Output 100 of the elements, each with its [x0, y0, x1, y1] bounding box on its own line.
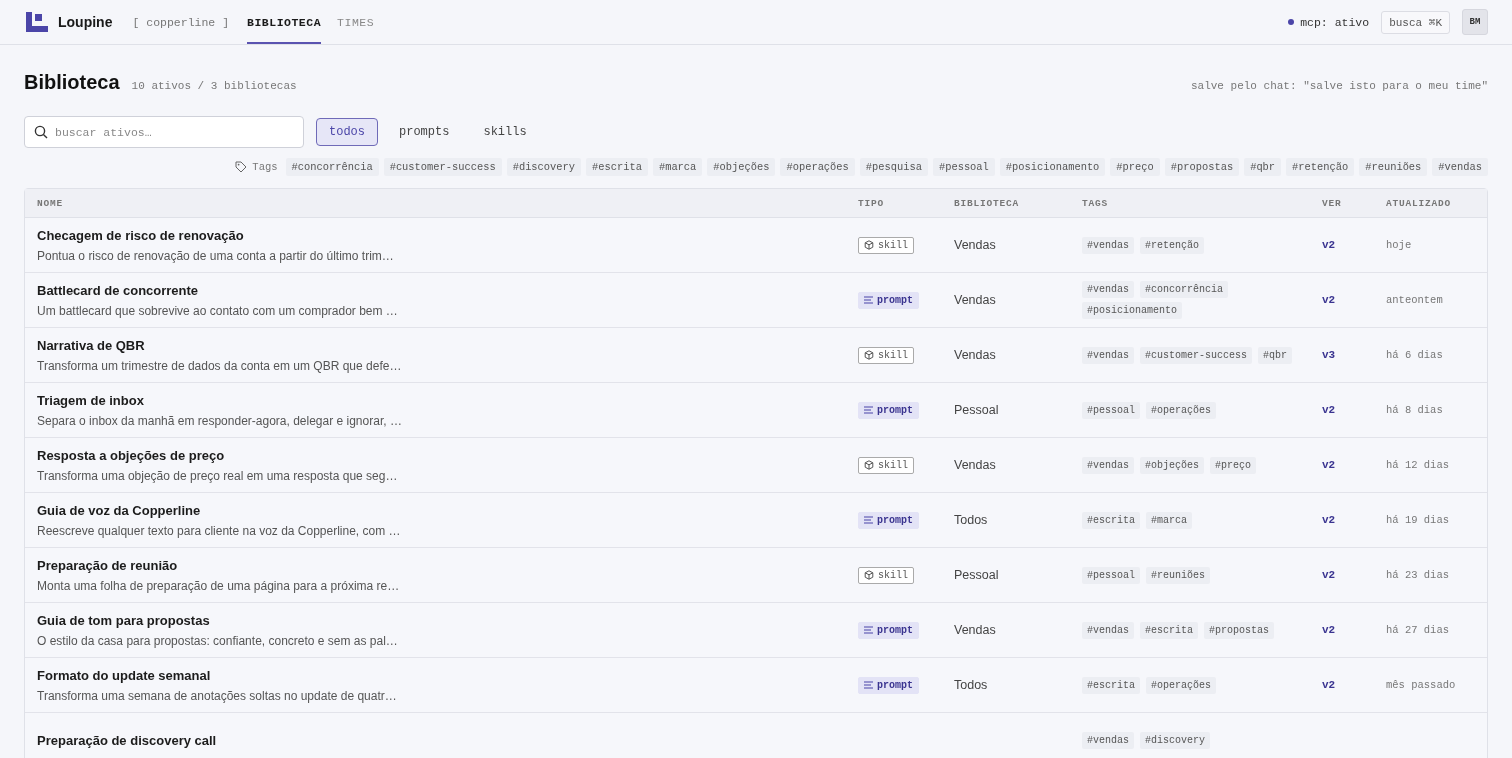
nav-tab[interactable]: BIBLIOTECA: [247, 0, 322, 44]
tag: #vendas: [1082, 346, 1134, 364]
tag: #objeções: [1140, 456, 1205, 474]
type-label: prompt: [877, 679, 913, 691]
table-row[interactable]: Battlecard de concorrente Um battlecard que sobrevive ao contato com um comprador bem … prompt Vendas #vendas #concorrência #posicionamento v2 anteontem: [25, 273, 1487, 328]
tag-filter-chip[interactable]: #retenção: [1286, 158, 1355, 176]
tag: #retenção: [1140, 236, 1205, 254]
tag: #propostas: [1204, 621, 1275, 639]
table-row[interactable]: Preparação de reunião Monta uma folha de preparação de uma página para a próxima re… skill Pessoal #pessoal #reuniões v2 há 23 dias: [25, 548, 1487, 603]
asset-name: Guia de tom para propostas: [37, 612, 211, 628]
library-name: Vendas: [954, 238, 996, 252]
updated-date: há 19 dias: [1386, 514, 1449, 526]
asset-name: Resposta a objeções de preço: [37, 447, 226, 463]
table-row[interactable]: Guia de tom para propostas O estilo da casa para propostas: confiante, concreto e sem as pal… prompt Vendas #vendas #escrita #propostas v2 há 27 dias: [25, 603, 1487, 658]
asset-name: Checagem de risco de renovação: [37, 227, 245, 243]
asset-description: Reescreve qualquer texto para cliente na voz da Copperline, com …: [37, 523, 402, 538]
version: v2: [1322, 569, 1336, 581]
version: v2: [1322, 404, 1336, 416]
column-header: ATUALIZADO: [1386, 197, 1452, 209]
search-icon: [34, 125, 48, 139]
tag-filter-chip[interactable]: #vendas: [1432, 158, 1488, 176]
tag: #discovery: [1140, 731, 1211, 749]
filter-button[interactable]: todos: [316, 118, 378, 146]
workspace-name[interactable]: [ copperline ]: [132, 15, 230, 29]
version: v2: [1322, 624, 1336, 636]
table-row[interactable]: Checagem de risco de renovação Pontua o risco de renovação de uma conta a partir do último trim… skill Vendas #vendas #retenção v2 hoje: [25, 218, 1487, 273]
cube-icon: [864, 460, 874, 470]
type-label: skill: [878, 459, 908, 471]
search-field[interactable]: buscar ativos…: [24, 116, 304, 148]
column-header: TIPO: [858, 197, 885, 209]
tag-filter-chip[interactable]: #pesquisa: [859, 158, 928, 176]
tag-filter-chip[interactable]: #reuniões: [1359, 158, 1428, 176]
tag: #vendas: [1082, 731, 1134, 749]
avatar[interactable]: BM: [1462, 9, 1488, 35]
asset-name: Triagem de inbox: [37, 392, 145, 408]
app-name: Loupine: [58, 14, 113, 30]
tag: #posicionamento: [1082, 302, 1182, 319]
tag: #vendas: [1082, 456, 1134, 474]
column-header: VER: [1322, 197, 1343, 209]
tag-filter-chip[interactable]: #customer-success: [383, 158, 502, 176]
library-name: Vendas: [954, 348, 996, 362]
type-label: prompt: [877, 514, 913, 526]
asset-name: Narrativa de QBR: [37, 337, 146, 353]
asset-description: Separa o inbox da manhã em responder-agora, delegar e ignorar, …: [37, 413, 403, 428]
asset-name: Formato do update semanal: [37, 667, 212, 683]
table-row[interactable]: Narrativa de QBR Transforma um trimestre de dados da conta em um QBR que defe… skill Vendas #vendas #customer-success #qbr v3 há 6 dias: [25, 328, 1487, 383]
tag-filter-chip[interactable]: #objeções: [707, 158, 776, 176]
tag: #escrita: [1082, 676, 1140, 694]
table-row[interactable]: Preparação de discovery call #vendas #discovery: [25, 713, 1487, 758]
filter-button[interactable]: prompts: [386, 118, 463, 146]
search-button[interactable]: busca ⌘K: [1381, 10, 1450, 34]
tag: #vendas: [1082, 621, 1134, 639]
table-row[interactable]: Guia de voz da Copperline Reescreve qualquer texto para cliente na voz da Copperline, com … prompt Todos #escrita #marca v2 há 19 dias: [25, 493, 1487, 548]
tag: #concorrência: [1140, 281, 1229, 298]
type-label: prompt: [877, 294, 913, 306]
tag: #vendas: [1082, 281, 1134, 298]
updated-date: há 23 dias: [1386, 569, 1449, 581]
library-name: Pessoal: [954, 403, 999, 417]
tag-filter-chip[interactable]: #marca: [652, 158, 703, 176]
tag-filter-chip[interactable]: #discovery: [506, 158, 581, 176]
tags-label: Tags: [252, 161, 278, 173]
logo-icon: [26, 12, 48, 32]
library-name: Vendas: [954, 623, 996, 637]
table-row[interactable]: Formato do update semanal Transforma uma semana de anotações soltas no update de quatr… prompt Todos #escrita #operações v2 mês passado: [25, 658, 1487, 713]
updated-date: anteontem: [1386, 294, 1443, 306]
type-label: prompt: [877, 624, 913, 636]
cube-icon: [864, 350, 874, 360]
tag-icon: [235, 161, 248, 173]
filter-button[interactable]: skills: [470, 118, 540, 146]
column-header: TAGS: [1082, 197, 1109, 209]
status-label: mcp: ativo: [1300, 15, 1370, 29]
asset-name: Guia de voz da Copperline: [37, 502, 202, 518]
library-name: Todos: [954, 513, 988, 527]
tag: #escrita: [1082, 511, 1140, 529]
tag-filter-chip[interactable]: #preço: [1110, 158, 1160, 176]
tag-filter-chip[interactable]: #concorrência: [285, 158, 379, 176]
updated-date: há 27 dias: [1386, 624, 1449, 636]
cube-icon: [864, 240, 874, 250]
asset-description: Pontua o risco de renovação de uma conta a partir do último trim…: [37, 248, 395, 263]
asset-description: O estilo da casa para propostas: confiante, concreto e sem as pal…: [37, 633, 399, 648]
updated-date: há 8 dias: [1386, 404, 1443, 416]
lines-icon: [864, 406, 873, 414]
version: v2: [1322, 679, 1336, 691]
type-label: skill: [878, 569, 908, 581]
tag-filter-chip[interactable]: #pessoal: [932, 158, 995, 176]
tag: #pessoal: [1082, 401, 1140, 419]
cube-icon: [864, 570, 874, 580]
tag-filter-chip[interactable]: #propostas: [1164, 158, 1240, 176]
table-row[interactable]: Resposta a objeções de preço Transforma uma objeção de preço real em uma resposta que seg… skill Vendas #vendas #objeções #preço v2 há 12 dias: [25, 438, 1487, 493]
asset-description: Um battlecard que sobrevive ao contato com um comprador bem …: [37, 303, 399, 318]
version: v2: [1322, 514, 1336, 526]
tag-filter-chip[interactable]: #escrita: [586, 158, 648, 176]
tag-filter-chip[interactable]: #posicionamento: [999, 158, 1106, 176]
asset-description: Monta uma folha de preparação de uma página para a próxima re…: [37, 578, 401, 593]
page-subtitle: 10 ativos / 3 bibliotecas: [131, 80, 297, 92]
tag-filter-chip[interactable]: #operações: [780, 158, 855, 176]
tag-filter-chip[interactable]: #qbr: [1244, 158, 1282, 176]
table-row[interactable]: Triagem de inbox Separa o inbox da manhã em responder-agora, delegar e ignorar, … prompt Pessoal #pessoal #operações v2 há 8 dias: [25, 383, 1487, 438]
tag: #pessoal: [1082, 566, 1140, 584]
tag: #reuniões: [1146, 566, 1211, 584]
